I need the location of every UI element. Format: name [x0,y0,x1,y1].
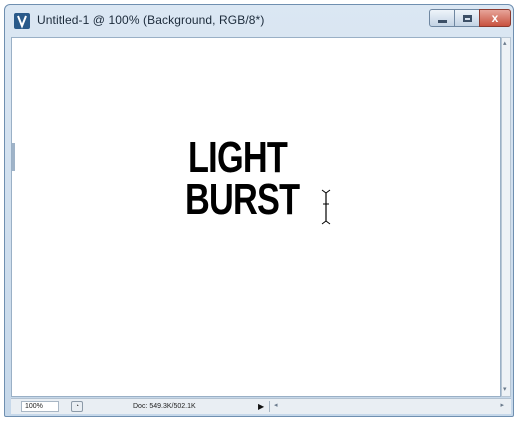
status-info-icon[interactable]: ◔ [71,401,83,412]
vertical-scrollbar[interactable]: ▴ ▾ [501,37,511,397]
close-icon: x [491,11,499,25]
scroll-down-icon[interactable]: ▾ [503,386,507,394]
zoom-level-field[interactable]: 100% [21,401,59,412]
close-button[interactable]: x [479,9,511,27]
window-title: Untitled-1 @ 100% (Background, RGB/8*) [37,13,265,27]
minimize-button[interactable] [429,9,455,27]
scroll-right-icon[interactable]: ▸ [500,401,504,411]
minimize-icon [437,19,447,23]
app-icon [14,13,30,29]
document-size-info: Doc: 549.3K/502.1K [133,403,196,410]
canvas-edge-marker [12,143,15,171]
status-bar: 100% ◔ Doc: 549.3K/502.1K ▶ ◂ ▸ [11,398,511,414]
title-bar[interactable]: Untitled-1 @ 100% (Background, RGB/8*) x [5,5,513,37]
canvas-text-line-1[interactable]: LIGHT [188,136,288,180]
scroll-up-icon[interactable]: ▴ [503,40,507,48]
scroll-left-icon[interactable]: ◂ [274,401,278,411]
canvas-text-line-2[interactable]: BURST [185,178,300,222]
horizontal-scrollbar[interactable]: ◂ ▸ [269,401,508,412]
maximize-icon [462,14,472,22]
status-menu-arrow-icon[interactable]: ▶ [258,402,264,411]
text-cursor-icon [321,189,331,225]
maximize-button[interactable] [454,9,480,27]
